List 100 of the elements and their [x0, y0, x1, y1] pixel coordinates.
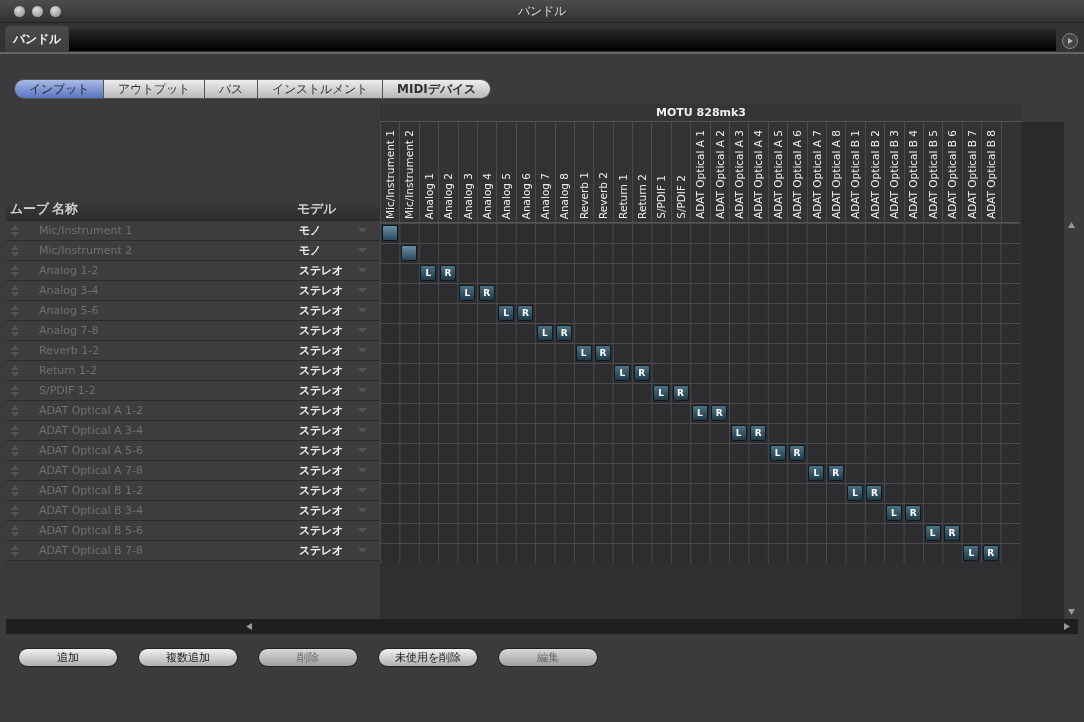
mode-dropdown[interactable]: ステレオ: [299, 543, 375, 558]
routing-patch[interactable]: R: [866, 485, 883, 501]
column-header: ムーブ: [10, 201, 49, 218]
column-header: ADAT Optical B 5: [927, 130, 939, 219]
column-header: S/PDIF 2: [675, 175, 687, 219]
caret-icon: [358, 447, 367, 454]
routing-patch[interactable]: R: [905, 505, 922, 521]
reorder-handle-icon[interactable]: [11, 484, 19, 497]
routing-patch[interactable]: L: [808, 465, 825, 481]
routing-patch[interactable]: R: [982, 545, 999, 561]
tab[interactable]: インストルメント: [258, 79, 383, 99]
action-button[interactable]: 複数追加: [138, 648, 238, 667]
reorder-handle-icon[interactable]: [11, 444, 19, 457]
reorder-handle-icon[interactable]: [11, 224, 19, 237]
reorder-handle-icon[interactable]: [11, 464, 19, 477]
routing-patch[interactable]: L: [420, 265, 437, 281]
reorder-handle-icon[interactable]: [11, 264, 19, 277]
action-button[interactable]: 未使用を削除: [378, 648, 478, 667]
scroll-right-icon[interactable]: [1064, 623, 1070, 630]
routing-patch[interactable]: L: [459, 285, 476, 301]
mode-dropdown[interactable]: モノ: [299, 223, 375, 238]
caret-icon: [358, 467, 367, 474]
mode-dropdown[interactable]: ステレオ: [299, 503, 375, 518]
reorder-handle-icon[interactable]: [11, 504, 19, 517]
mode-dropdown[interactable]: ステレオ: [299, 383, 375, 398]
routing-patch[interactable]: L: [653, 385, 670, 401]
tab[interactable]: インプット: [14, 79, 104, 99]
zoom-button[interactable]: [50, 5, 61, 17]
routing-patch[interactable]: L: [498, 305, 515, 321]
mode-dropdown[interactable]: ステレオ: [299, 363, 375, 378]
caret-icon: [358, 287, 367, 294]
routing-patch[interactable]: R: [944, 525, 960, 541]
routing-patch[interactable]: R: [556, 325, 573, 341]
routing-patch[interactable]: R: [711, 405, 728, 421]
routing-patch[interactable]: L: [730, 425, 747, 441]
mode-dropdown[interactable]: ステレオ: [299, 323, 375, 338]
caret-icon: [358, 427, 367, 434]
routing-patch[interactable]: L: [575, 345, 592, 361]
routing-patch[interactable]: R: [827, 465, 844, 481]
routing-patch[interactable]: R: [633, 365, 650, 381]
routing-patch[interactable]: L: [536, 325, 553, 341]
column-header: ADAT Optical A 6: [792, 130, 803, 219]
mode-dropdown[interactable]: ステレオ: [299, 483, 375, 498]
routing-patch[interactable]: L: [769, 445, 786, 461]
scroll-left-icon[interactable]: [246, 623, 252, 630]
routing-patch[interactable]: L: [614, 365, 631, 381]
reorder-handle-icon[interactable]: [11, 424, 19, 437]
routing-patch[interactable]: [401, 245, 418, 261]
mode-dropdown[interactable]: ステレオ: [299, 303, 375, 318]
routing-patch[interactable]: R: [439, 265, 456, 281]
mode-dropdown[interactable]: ステレオ: [299, 283, 375, 298]
panel-tab[interactable]: バンドル: [5, 26, 69, 52]
caret-icon: [358, 327, 367, 334]
column-header: Analog 1: [423, 172, 435, 219]
scroll-down-icon[interactable]: [1067, 609, 1075, 615]
routing-patch[interactable]: R: [672, 385, 689, 401]
tab[interactable]: アウトプット: [104, 79, 205, 99]
mode-dropdown[interactable]: ステレオ: [299, 403, 375, 418]
mode-dropdown[interactable]: ステレオ: [299, 443, 375, 458]
reorder-handle-icon[interactable]: [11, 324, 19, 337]
reorder-handle-icon[interactable]: [11, 544, 19, 557]
routing-patch[interactable]: L: [963, 545, 980, 561]
tab[interactable]: MIDIデバイス: [383, 79, 491, 99]
scroll-up-icon[interactable]: [1067, 222, 1075, 228]
minimize-button[interactable]: [32, 5, 43, 17]
reorder-handle-icon[interactable]: [11, 404, 19, 417]
column-header: ADAT Optical B 2: [869, 130, 881, 219]
mode-dropdown[interactable]: ステレオ: [299, 263, 375, 278]
reorder-handle-icon[interactable]: [11, 344, 19, 357]
reorder-handle-icon[interactable]: [11, 244, 19, 257]
action-button[interactable]: 追加: [18, 648, 118, 667]
mode-dropdown[interactable]: ステレオ: [299, 523, 375, 538]
routing-patch[interactable]: R: [478, 285, 495, 301]
reorder-handle-icon[interactable]: [11, 284, 19, 297]
tab[interactable]: バス: [205, 79, 258, 99]
reorder-handle-icon[interactable]: [11, 364, 19, 377]
routing-patch[interactable]: [381, 225, 398, 241]
mode-dropdown[interactable]: ステレオ: [299, 463, 375, 478]
routing-patch[interactable]: L: [924, 525, 941, 541]
caret-icon: [358, 227, 367, 234]
reorder-handle-icon[interactable]: [11, 384, 19, 397]
horizontal-scrollbar[interactable]: [6, 619, 1078, 634]
mode-dropdown[interactable]: モノ: [299, 243, 375, 258]
routing-patch[interactable]: L: [691, 405, 708, 421]
reorder-handle-icon[interactable]: [11, 304, 19, 317]
routing-patch[interactable]: R: [750, 425, 767, 441]
mode-dropdown[interactable]: ステレオ: [299, 423, 375, 438]
routing-patch[interactable]: R: [595, 345, 611, 361]
routing-patch[interactable]: R: [788, 445, 805, 461]
mode-dropdown[interactable]: ステレオ: [299, 343, 375, 358]
close-button[interactable]: [14, 5, 25, 17]
routing-patch[interactable]: L: [847, 485, 864, 501]
play-button[interactable]: [1062, 33, 1078, 49]
caret-icon: [358, 527, 367, 534]
column-header: Analog 8: [559, 172, 570, 219]
column-header: ADAT Optical A 8: [830, 130, 842, 219]
column-header: Analog 6: [520, 172, 532, 219]
routing-patch[interactable]: L: [885, 505, 902, 521]
reorder-handle-icon[interactable]: [11, 524, 19, 537]
routing-patch[interactable]: R: [517, 305, 534, 321]
